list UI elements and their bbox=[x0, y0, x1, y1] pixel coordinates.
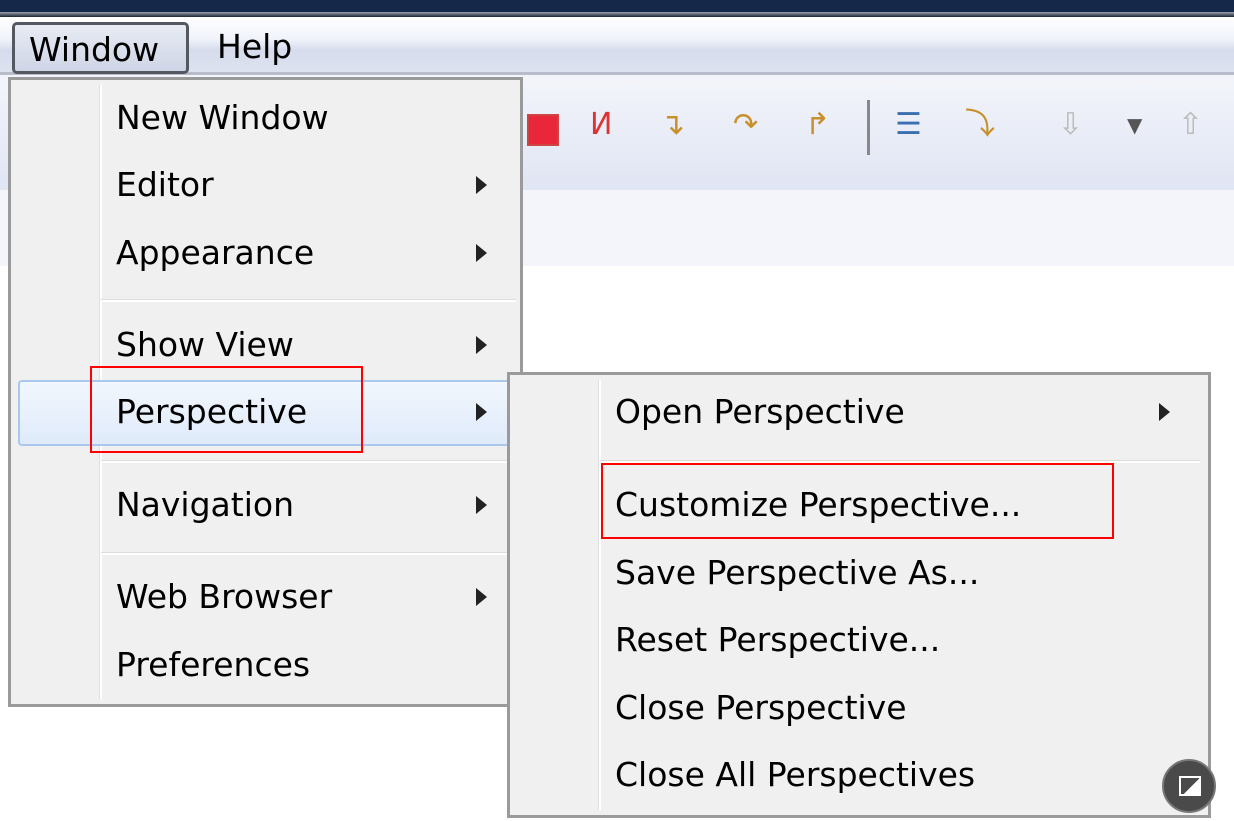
menu-item-close-all-perspectives[interactable]: Close All Perspectives bbox=[507, 745, 1211, 805]
menu-separator bbox=[101, 460, 516, 463]
menu-help[interactable]: Help bbox=[203, 22, 306, 74]
menu-item-open-perspective[interactable]: Open Perspective bbox=[507, 382, 1211, 442]
menu-separator bbox=[101, 299, 516, 302]
use-step-filters-icon[interactable]: ⤵ bbox=[965, 105, 995, 145]
submenu-arrow-icon bbox=[476, 403, 487, 421]
submenu-arrow-icon bbox=[476, 244, 487, 262]
next-annotation-icon[interactable]: ⇩ bbox=[1058, 105, 1083, 145]
annotation-box-perspective bbox=[90, 366, 363, 453]
menu-bar: Window Help bbox=[0, 17, 1234, 75]
image-icon[interactable] bbox=[1162, 759, 1216, 813]
menu-item-web-browser[interactable]: Web Browser bbox=[8, 567, 523, 627]
menu-item-label: Reset Perspective... bbox=[615, 620, 941, 659]
menu-item-label: Preferences bbox=[116, 645, 311, 684]
menu-item-save-perspective-as[interactable]: Save Perspective As... bbox=[507, 543, 1211, 603]
submenu-arrow-icon bbox=[476, 588, 487, 606]
menu-item-label: Web Browser bbox=[116, 577, 333, 616]
menu-item-preferences[interactable]: Preferences bbox=[8, 635, 523, 695]
menu-item-reset-perspective[interactable]: Reset Perspective... bbox=[507, 610, 1211, 670]
menu-separator bbox=[101, 552, 516, 555]
disconnect-icon[interactable]: Ͷ bbox=[590, 105, 612, 145]
step-into-icon[interactable]: ↴ bbox=[660, 105, 685, 145]
menu-item-label: Navigation bbox=[116, 485, 294, 524]
menu-item-label: Appearance bbox=[116, 233, 315, 272]
step-return-icon[interactable]: ↱ bbox=[805, 105, 830, 145]
menu-item-label: Save Perspective As... bbox=[615, 553, 980, 592]
menu-item-label: Editor bbox=[116, 165, 214, 204]
menu-item-navigation[interactable]: Navigation bbox=[8, 475, 523, 535]
menu-item-close-perspective[interactable]: Close Perspective bbox=[507, 678, 1211, 738]
step-over-icon[interactable]: ↷ bbox=[733, 105, 758, 145]
dropdown-icon[interactable]: ▼ bbox=[1127, 105, 1142, 145]
terminate-icon[interactable] bbox=[527, 114, 559, 146]
submenu-arrow-icon bbox=[476, 176, 487, 194]
toolbar-separator bbox=[867, 100, 870, 155]
menu-item-new-window[interactable]: New Window bbox=[8, 88, 523, 148]
menu-item-label: Close Perspective bbox=[615, 688, 907, 727]
menu-item-label: New Window bbox=[116, 98, 329, 137]
menu-window[interactable]: Window bbox=[12, 22, 189, 74]
annotation-box-customize bbox=[601, 463, 1114, 539]
menu-item-label: Close All Perspectives bbox=[615, 755, 976, 794]
menu-item-appearance[interactable]: Appearance bbox=[8, 223, 523, 283]
title-bar bbox=[0, 0, 1234, 12]
submenu-arrow-icon bbox=[1159, 403, 1170, 421]
drop-to-frame-icon[interactable]: ☰ bbox=[895, 105, 922, 145]
menu-item-editor[interactable]: Editor bbox=[8, 155, 523, 215]
submenu-arrow-icon bbox=[476, 336, 487, 354]
previous-annotation-icon[interactable]: ⇧ bbox=[1178, 105, 1203, 145]
submenu-arrow-icon bbox=[476, 496, 487, 514]
menu-item-label: Open Perspective bbox=[615, 392, 905, 431]
